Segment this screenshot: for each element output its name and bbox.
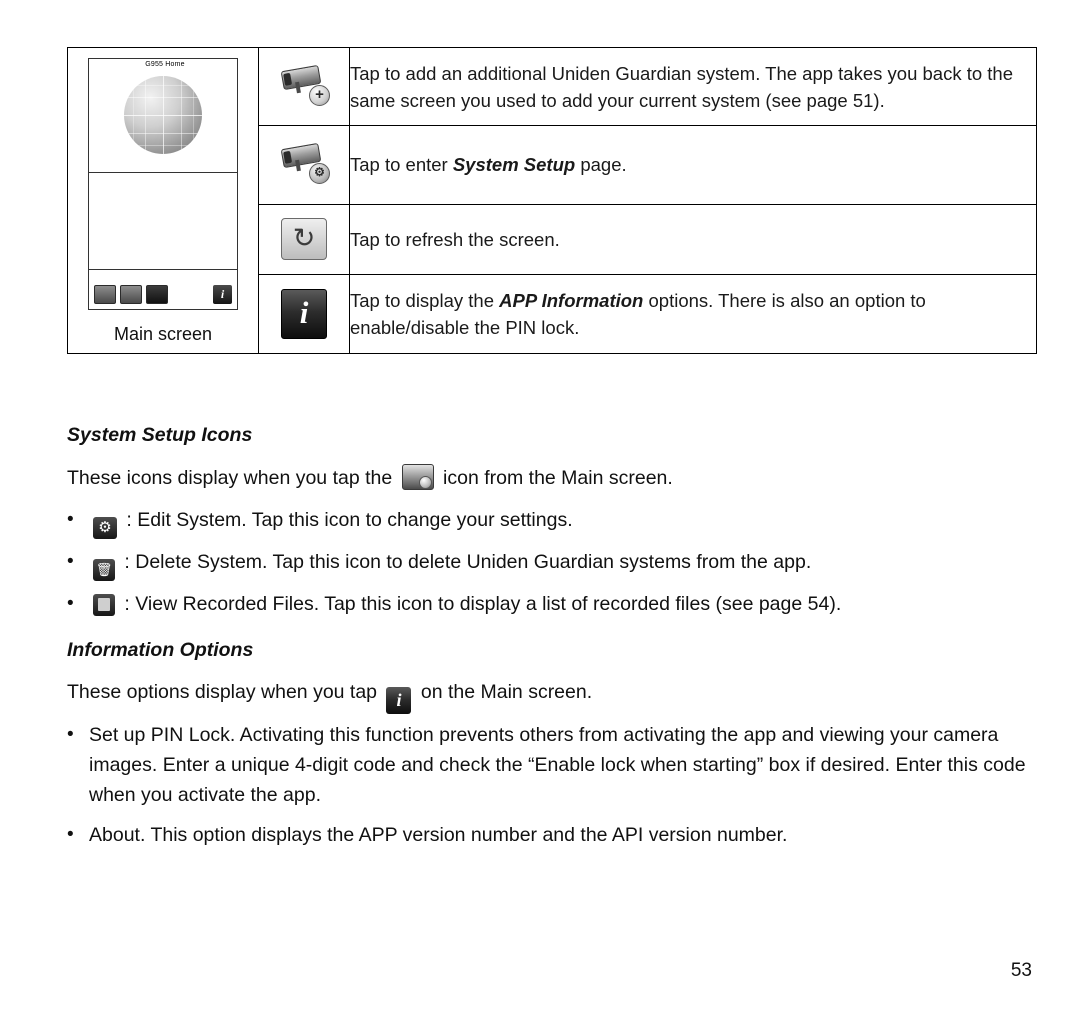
bullet-label: Set up PIN Lock. Activating this functio… <box>89 724 1026 806</box>
bullet-label: About. This option displays the APP vers… <box>89 824 788 846</box>
camera-add-icon[interactable] <box>94 284 116 304</box>
description-add-system: Tap to add an additional Uniden Guardian… <box>349 46 1037 127</box>
bullet-marker: • <box>67 724 74 745</box>
icon-cell-refresh: ↻ <box>258 203 350 275</box>
bullet-marker: • <box>67 593 74 614</box>
camera-add-icon: + <box>276 62 332 107</box>
camera-settings-icon <box>401 464 434 490</box>
intro-text-before: These icons display when you tap the <box>67 467 393 489</box>
gear-badge-icon: ⚙ <box>309 163 330 185</box>
table-row: G955 Home i Main screen + Tap to add an … <box>67 46 1037 354</box>
bullet-content: ⚙ : Edit System. Tap this icon to change… <box>89 505 1017 539</box>
intro-text-before: These options display when you tap <box>67 681 378 703</box>
file-icon <box>93 594 115 616</box>
icon-cell-system-setup: ⚙ <box>258 125 350 205</box>
camera-settings-icon[interactable] <box>120 284 142 304</box>
description-system-setup: Tap to enter System Setup page. <box>349 125 1037 205</box>
desc-text-part: Tap to enter <box>350 154 453 176</box>
list-item: • About. This option displays the APP ve… <box>67 820 1027 850</box>
phone-frame: G955 Home i <box>88 58 238 310</box>
desc-emphasis-part: APP Information <box>499 289 644 311</box>
desc-text-part: page. <box>575 154 627 176</box>
heading-information-options: Information Options <box>67 639 254 661</box>
desc-text-part: Tap to display the <box>350 289 500 311</box>
globe-area <box>89 68 237 173</box>
info-icon[interactable]: i <box>213 284 232 304</box>
intro-text-after: on the Main screen. <box>420 681 593 703</box>
info-icon: i <box>386 687 412 714</box>
phone-toolbar: i <box>89 270 237 318</box>
desc-emphasis-part: System Setup <box>452 154 576 176</box>
bullet-label: : Edit System. Tap this icon to change y… <box>126 509 573 531</box>
list-item: • : View Recorded Files. Tap this icon t… <box>67 589 1017 619</box>
plus-badge-icon: + <box>309 85 330 107</box>
bullet-marker: • <box>67 551 74 572</box>
gear-icon: ⚙ <box>93 517 117 539</box>
bullet-content: 🗑 : Delete System. Tap this icon to dele… <box>89 547 1017 581</box>
info-icon: i <box>281 288 327 339</box>
trash-icon: 🗑 <box>93 559 115 581</box>
refresh-icon: ↻ <box>281 218 327 261</box>
intro-text-after: icon from the Main screen. <box>443 467 673 489</box>
refresh-icon[interactable] <box>146 284 168 304</box>
icon-reference-table: G955 Home i Main screen + Tap to add an … <box>67 46 1037 354</box>
intro-system-setup-icons: These icons display when you tap the ico… <box>67 463 967 493</box>
phone-title: G955 Home <box>145 61 185 68</box>
bullet-label: : Delete System. Tap this icon to delete… <box>124 551 812 573</box>
main-screen-caption: Main screen <box>113 324 213 344</box>
list-item: • ⚙ : Edit System. Tap this icon to chan… <box>67 505 1017 539</box>
icon-cell-add-system: + <box>258 46 350 127</box>
camera-settings-icon: ⚙ <box>276 140 332 185</box>
phone-mockup: G955 Home i Main screen <box>68 48 258 353</box>
icon-cell-info: i <box>258 273 350 354</box>
bullet-marker: • <box>67 824 74 845</box>
list-item: • 🗑 : Delete System. Tap this icon to de… <box>67 547 1017 581</box>
intro-information-options: These options display when you tap i on … <box>67 677 967 714</box>
globe-icon <box>124 76 202 154</box>
camera-lens <box>283 151 293 165</box>
list-item: • Set up PIN Lock. Activating this funct… <box>67 720 1027 810</box>
heading-system-setup-icons: System Setup Icons <box>67 424 253 446</box>
camera-lens <box>283 72 293 86</box>
main-screen-cell: G955 Home i Main screen <box>67 47 259 354</box>
bullet-content: : View Recorded Files. Tap this icon to … <box>89 589 1017 619</box>
description-info: Tap to display the APP Information optio… <box>349 273 1037 354</box>
page-number: 53 <box>1010 960 1032 981</box>
bullet-marker: • <box>67 509 74 530</box>
description-refresh: Tap to refresh the screen. <box>349 203 1037 275</box>
bullet-label: : View Recorded Files. Tap this icon to … <box>124 593 842 615</box>
phone-empty-list <box>89 173 237 270</box>
